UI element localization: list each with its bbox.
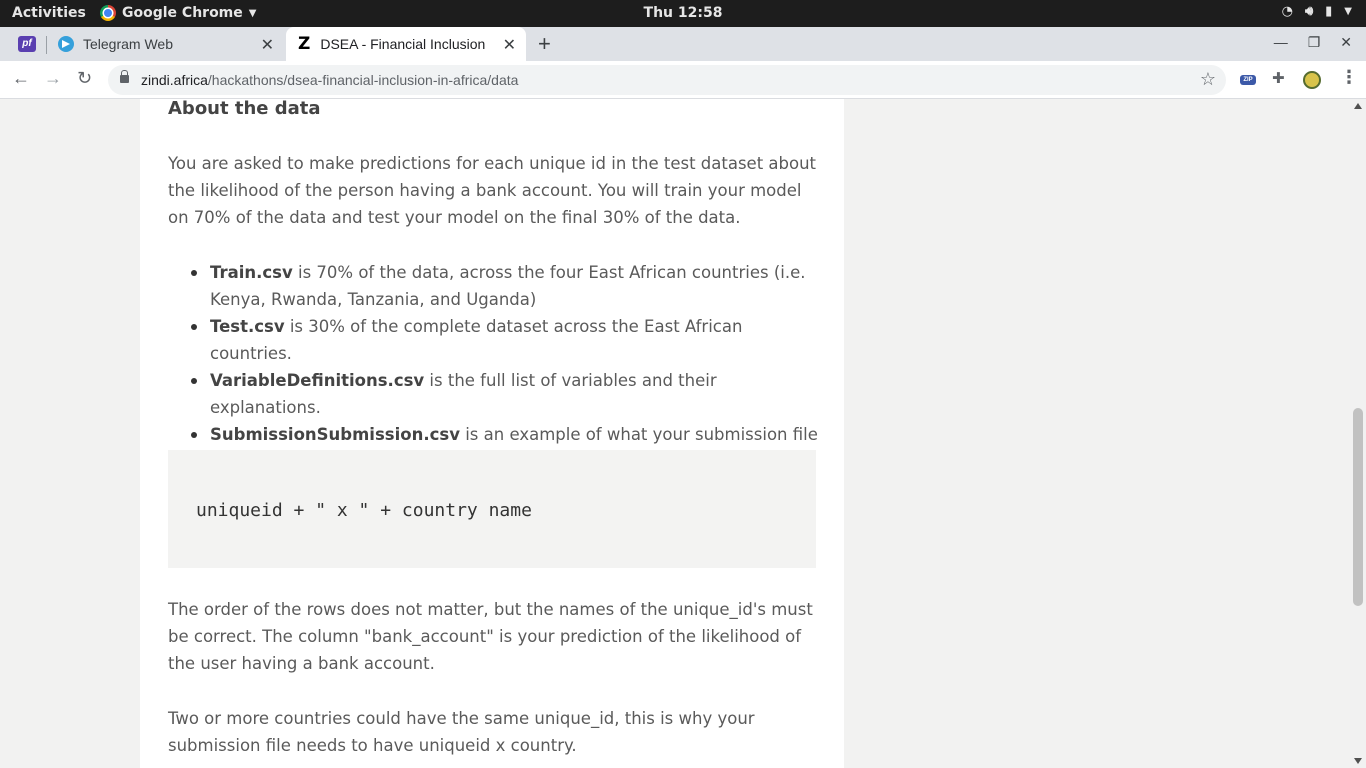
scroll-up-arrow-icon[interactable] — [1354, 103, 1362, 109]
code-block: uniqueid + " x " + country name — [168, 450, 816, 568]
menu-dots-icon[interactable]: ⋮ — [1340, 67, 1358, 88]
close-window-icon[interactable]: ✕ — [1340, 34, 1352, 51]
list-item: Train.csv is 70% of the data, across the… — [168, 259, 818, 313]
chrome-icon — [100, 5, 116, 21]
scroll-thumb[interactable] — [1353, 408, 1363, 606]
close-icon[interactable]: ✕ — [503, 35, 516, 55]
tab-strip: pf Telegram Web ✕ Z DSEA - Financial Inc… — [0, 27, 1366, 61]
countries-paragraph: Two or more countries could have the sam… — [168, 709, 755, 755]
extensions-puzzle-icon[interactable]: ✚ — [1272, 69, 1285, 87]
restore-icon[interactable]: ❐ — [1308, 34, 1321, 51]
volume-icon: 🔊︎ — [1304, 4, 1314, 19]
tab-title: DSEA - Financial Inclusion — [320, 36, 486, 52]
reload-icon[interactable]: ↻ — [77, 68, 92, 89]
app-menu[interactable]: Google Chrome ▼ — [100, 5, 256, 21]
page-scrollbar[interactable] — [1350, 99, 1366, 768]
code-text: uniqueid + " x " + country name — [196, 500, 532, 521]
file-description: is 70% of the data, across the four East… — [210, 263, 806, 309]
section-heading: About the data — [168, 99, 321, 119]
telegram-icon — [58, 36, 74, 52]
caret-down-icon: ▼ — [248, 7, 257, 19]
battery-icon: ▮ — [1325, 4, 1333, 19]
minimize-icon[interactable]: — — [1274, 34, 1288, 51]
close-icon[interactable]: ✕ — [261, 35, 274, 55]
tab-title: Telegram Web — [83, 36, 174, 52]
bookmark-star-icon[interactable]: ☆ — [1200, 69, 1216, 90]
list-item: Test.csv is 30% of the complete dataset … — [168, 313, 818, 367]
window-controls: — ❐ ✕ — [1274, 34, 1352, 51]
url-host: zindi.africa — [141, 72, 208, 88]
pinned-tab-icon[interactable]: pf — [18, 36, 36, 52]
file-name: Train.csv — [210, 263, 293, 282]
browser-toolbar: ← → ↻ zindi.africa/hackathons/dsea-finan… — [0, 61, 1366, 99]
new-tab-button[interactable]: + — [538, 31, 551, 57]
url-path: /hackathons/dsea-financial-inclusion-in-… — [207, 72, 519, 88]
intro-paragraph: You are asked to make predictions for ea… — [168, 154, 817, 227]
file-description: is 30% of the complete dataset across th… — [210, 317, 743, 363]
forward-arrow-icon[interactable]: → — [44, 68, 62, 89]
back-arrow-icon[interactable]: ← — [12, 68, 30, 89]
file-name: SubmissionSubmission.csv — [210, 425, 460, 444]
page-viewport: About the data You are asked to make pre… — [0, 99, 1350, 768]
lock-icon[interactable] — [120, 70, 129, 83]
tab-dsea[interactable]: Z DSEA - Financial Inclusion ✕ — [286, 27, 526, 61]
data-description: About the data You are asked to make pre… — [168, 99, 818, 755]
zindi-icon: Z — [298, 34, 311, 54]
content-card: About the data You are asked to make pre… — [140, 99, 844, 768]
address-bar[interactable]: zindi.africa/hackathons/dsea-financial-i… — [108, 65, 1226, 95]
file-name: Test.csv — [210, 317, 285, 336]
activities-button[interactable]: Activities — [12, 5, 86, 21]
url-text[interactable]: zindi.africa/hackathons/dsea-financial-i… — [141, 72, 518, 88]
tab-separator — [46, 36, 47, 54]
system-tray[interactable]: ◔ 🔊︎ ▮ ▼ — [1282, 4, 1352, 19]
tab-telegram[interactable]: Telegram Web ✕ — [48, 27, 284, 61]
scroll-down-arrow-icon[interactable] — [1354, 758, 1362, 764]
profile-avatar[interactable] — [1303, 71, 1321, 89]
caret-down-icon: ▼ — [1344, 6, 1352, 17]
zip-extension-icon[interactable]: ZIP — [1240, 75, 1256, 85]
system-top-bar: Activities Google Chrome ▼ Thu 12:58 ◔ 🔊… — [0, 0, 1366, 27]
list-item: VariableDefinitions.csv is the full list… — [168, 367, 818, 421]
app-menu-label: Google Chrome — [122, 5, 243, 21]
order-paragraph: The order of the rows does not matter, b… — [168, 600, 813, 673]
file-name: VariableDefinitions.csv — [210, 371, 425, 390]
wifi-icon: ◔ — [1281, 4, 1293, 19]
